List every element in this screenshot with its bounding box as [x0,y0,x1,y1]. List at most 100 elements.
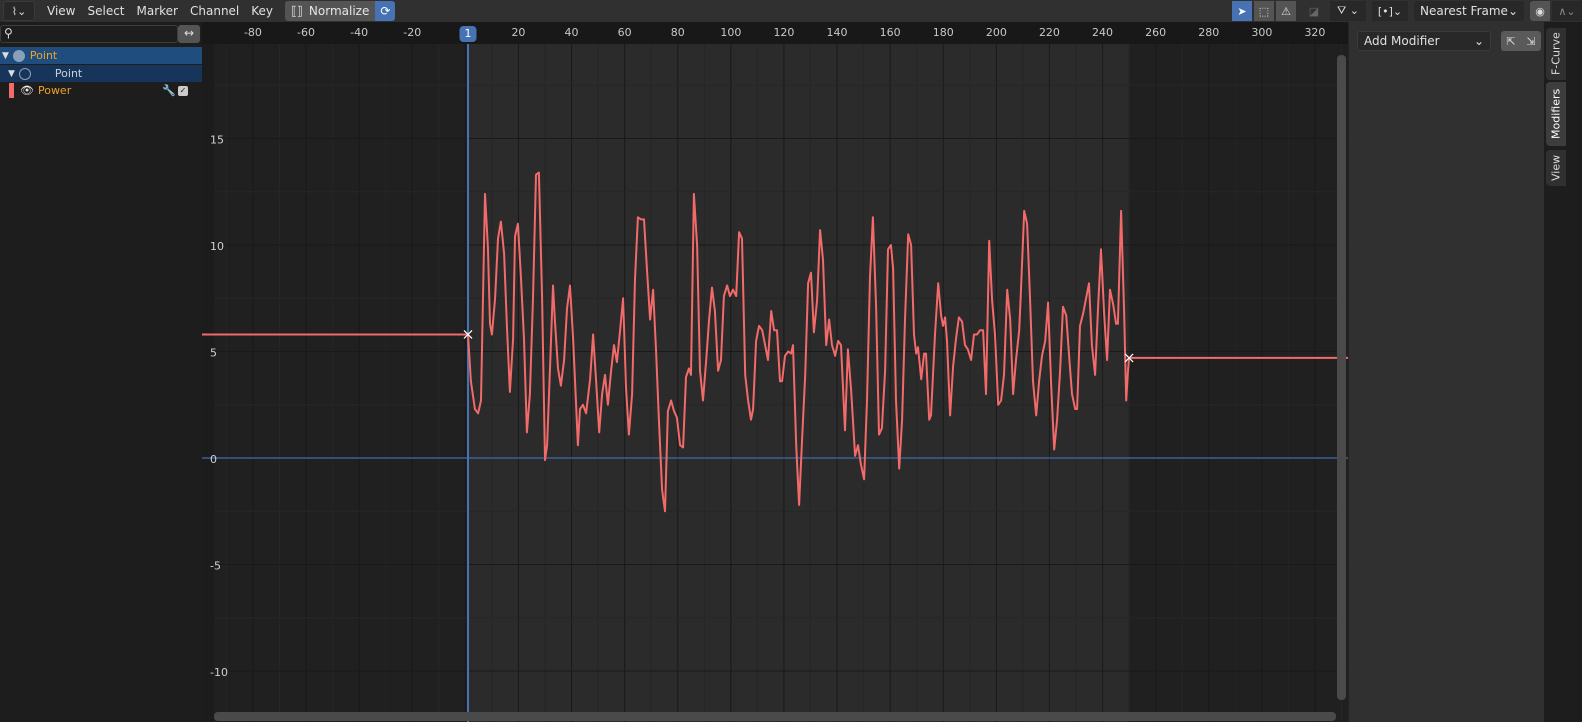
channel-point-1[interactable]: ▼ Point [0,65,202,82]
chevron-down-icon: ⌄ [1507,4,1518,18]
dashed-box-icon: ⬚ [1258,4,1270,18]
value-tick-label: 5 [210,347,217,360]
frame-tick-label: 240 [1092,26,1114,39]
paste-icon: ⇲ [1526,34,1536,48]
channel-point-0[interactable]: ▼ Point [0,47,202,64]
add-modifier-label: Add Modifier [1364,34,1440,48]
auto-normalize-toggle[interactable]: ⟳ [375,1,396,21]
value-tick-label: -10 [210,666,228,679]
light-bulb-icon [18,67,31,80]
editor-type-selector[interactable]: ⌇⌄ [3,1,35,21]
frame-tick-label: 100 [720,26,742,39]
scene-range-bg [468,44,1130,722]
snapping-dropdown[interactable]: Nearest Frame ⌄ [1414,1,1524,21]
horizontal-scrollbar[interactable] [214,712,1336,721]
frame-tick-label: 320 [1304,26,1326,39]
tab-label: View [1549,154,1563,182]
sidebar-panel: Add Modifier ⌄ ⇱ ⇲ [1348,22,1544,722]
filters-dropdown[interactable]: ⛛ ⌄ [1330,1,1366,21]
menu-key[interactable]: Key [245,1,279,21]
menu-select[interactable]: Select [81,1,130,21]
channel-label: Point [54,67,83,80]
light-bulb-icon [12,49,25,62]
right-tools: ➤ ⬚ ⚠ ◪ ⛛ ⌄ [•]⌄ Nearest Frame ⌄ ◉ ∧⌄ [1232,1,1582,21]
frame-tick-label: 80 [670,26,685,39]
double-arrow-icon: ↔ [183,26,195,40]
frame-tick-label: 220 [1038,26,1060,39]
menu-view[interactable]: View [41,1,81,21]
snapping-label: Nearest Frame [1420,4,1508,18]
menu-bar: View Select Marker Channel Key [41,1,279,21]
chevron-down-icon: ⌄ [1473,34,1484,48]
frame-tick-label: 120 [773,26,795,39]
copy-modifiers-button[interactable]: ⇱ [1501,31,1521,51]
expand-triangle-icon[interactable]: ▼ [8,69,15,79]
proportional-edit-toggle[interactable]: ◉ [1530,1,1550,21]
pivot-dropdown[interactable]: [•]⌄ [1372,1,1408,21]
frame-tick-label: -60 [297,26,316,39]
vertical-scrollbar[interactable] [1337,55,1346,700]
graph-editor-icon: ⌇⌄ [11,4,27,18]
channel-label: Point [29,49,58,62]
frame-tick-label: 20 [511,26,526,39]
mute-checkbox[interactable]: ✓ [178,85,188,96]
frame-tick-label: 200 [985,26,1007,39]
cursor-arrow-icon: ➤ [1237,4,1247,18]
frame-ruler[interactable]: -80 -60 -40 -20 20 40 60 80 100 120 140 160 180 200 22… [202,22,1348,44]
wrench-icon[interactable]: 🔧 [162,84,176,97]
copy-icon: ⇱ [1506,34,1516,48]
value-tick-label: 0 [210,453,217,466]
tab-f-curve[interactable]: F-Curve [1546,28,1566,80]
only-selected-toggle[interactable]: ➤ [1232,1,1252,21]
frame-tick-label: 140 [826,26,848,39]
value-tick-label: 15 [210,134,224,147]
frame-tick-label: -80 [243,26,262,39]
add-modifier-dropdown[interactable]: Add Modifier ⌄ [1357,31,1491,51]
warning-icon: ⚠ [1281,4,1291,18]
graph-area[interactable]: 15 10 5 0 -5 -10 [202,44,1348,722]
search-icon: ⚲ [4,26,13,40]
channel-search-input[interactable]: ⚲ [0,25,178,43]
curve-color-swatch [9,83,14,98]
paste-modifiers-button[interactable]: ⇲ [1521,31,1541,51]
frame-tick-label: 300 [1251,26,1273,39]
current-frame-indicator[interactable]: 1 [459,26,477,42]
value-tick-label: -5 [210,560,221,573]
tab-label: F-Curve [1549,32,1563,76]
create-ghost-button[interactable]: ◪ [1304,1,1324,21]
normalize-label: Normalize [308,4,370,18]
frame-tick-label: 280 [1198,26,1220,39]
menu-channel[interactable]: Channel [184,1,245,21]
tab-modifiers[interactable]: Modifiers [1546,82,1566,146]
swap-filter-button[interactable]: ↔ [178,25,200,43]
channel-label: Power [37,84,72,97]
menu-marker[interactable]: Marker [131,1,184,21]
proportional-edit-icon: ◉ [1535,4,1545,18]
frame-tick-label: 40 [564,26,579,39]
tab-label: Modifiers [1549,88,1563,140]
channel-list: ⚲ ↔ ▼ Point ▼ Point 👁 Power 🔧 ✓ [0,22,202,722]
frame-tick-label: -20 [403,26,422,39]
header-toolbar: ⌇⌄ View Select Marker Channel Key ⟦⟧ Normali… [0,0,1582,22]
refresh-icon: ⟳ [380,4,391,18]
show-hidden-toggle[interactable]: ⬚ [1254,1,1274,21]
only-errors-toggle[interactable]: ⚠ [1276,1,1296,21]
frame-tick-label: 180 [932,26,954,39]
falloff-dropdown[interactable]: ∧⌄ [1552,1,1582,21]
normalize-icon: ⟦⟧ [291,4,303,18]
frame-tick-label: 160 [879,26,901,39]
frame-tick-label: -40 [350,26,369,39]
value-tick-label: 10 [210,240,224,253]
filter-icon: ⛛ ⌄ [1337,4,1359,17]
normalize-toggle[interactable]: ⟦⟧ Normalize [285,1,376,21]
panel-tabs: F-Curve Modifiers View [1544,22,1582,722]
expand-triangle-icon[interactable]: ▼ [2,51,9,61]
frame-tick-label: 260 [1145,26,1167,39]
falloff-curve-icon: ∧⌄ [1558,4,1576,18]
channel-power-2[interactable]: 👁 Power 🔧 ✓ [0,82,202,99]
tab-view[interactable]: View [1546,150,1566,186]
ghost-curve-icon: ◪ [1308,4,1320,18]
graph-canvas[interactable]: 15 10 5 0 -5 -10 [202,44,1348,722]
eye-icon[interactable]: 👁 [20,84,34,97]
frame-tick-label: 60 [617,26,632,39]
